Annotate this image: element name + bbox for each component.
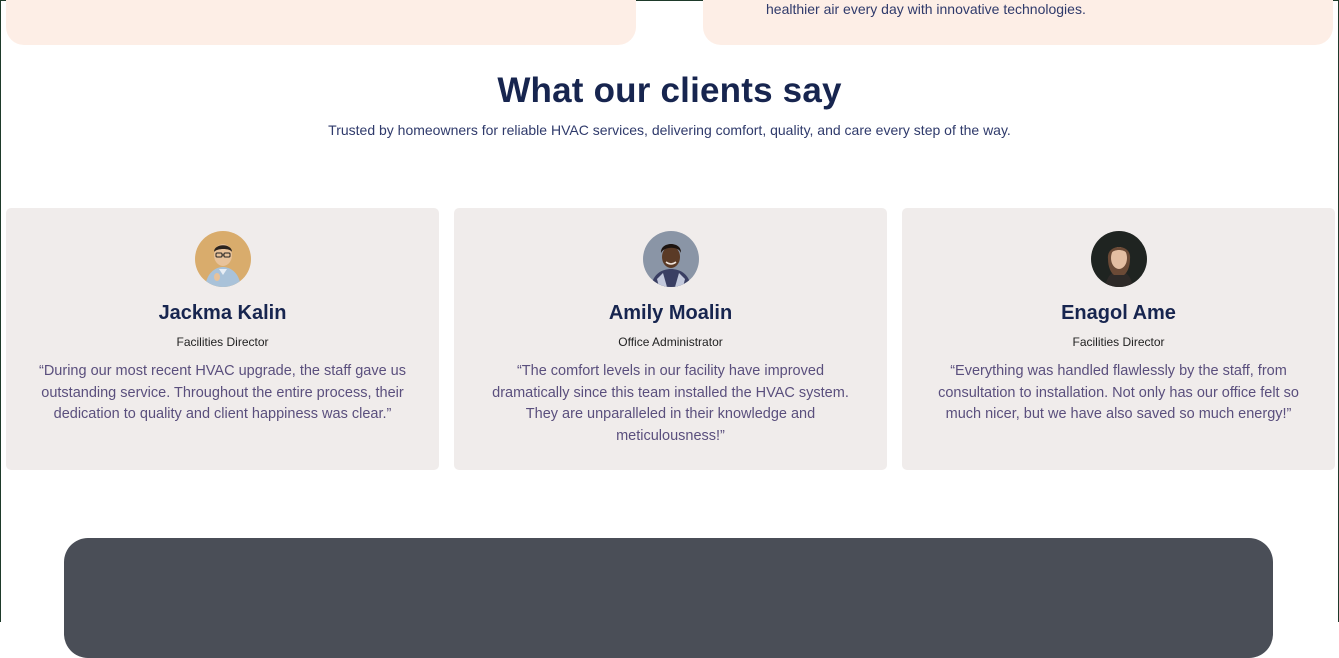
top-feature-card-right: healthier air every day with innovative … [703,0,1333,45]
section-title: What our clients say [497,71,842,110]
testimonial-card: Enagol Ame Facilities Director “Everythi… [902,208,1335,470]
top-feature-card-left [6,0,636,45]
testimonial-card: Amily Moalin Office Administrator “The c… [454,208,887,470]
section-subtitle: Trusted by homeowners for reliable HVAC … [328,122,1011,138]
testimonial-card: Jackma Kalin Facilities Director “During… [6,208,439,470]
testimonial-quote: “Everything was handled flawlessly by th… [938,363,1299,422]
testimonial-list: Jackma Kalin Facilities Director “During… [6,208,1335,470]
top-feature-card-text: healthier air every day with innovative … [766,1,1086,17]
footer-cta-panel [64,538,1273,658]
testimonial-name: Jackma Kalin [158,302,287,324]
testimonial-quote: “During our most recent HVAC upgrade, th… [39,363,406,422]
testimonial-role: Facilities Director [1072,335,1165,349]
avatar [194,231,251,287]
testimonial-name: Enagol Ame [1061,302,1176,324]
testimonial-name: Amily Moalin [608,302,733,324]
avatar [1090,231,1147,287]
testimonial-role: Office Administrator [618,335,723,349]
testimonial-quote: “The comfort levels in our facility have… [492,363,849,444]
testimonial-role: Facilities Director [176,335,269,349]
avatar [642,231,699,287]
